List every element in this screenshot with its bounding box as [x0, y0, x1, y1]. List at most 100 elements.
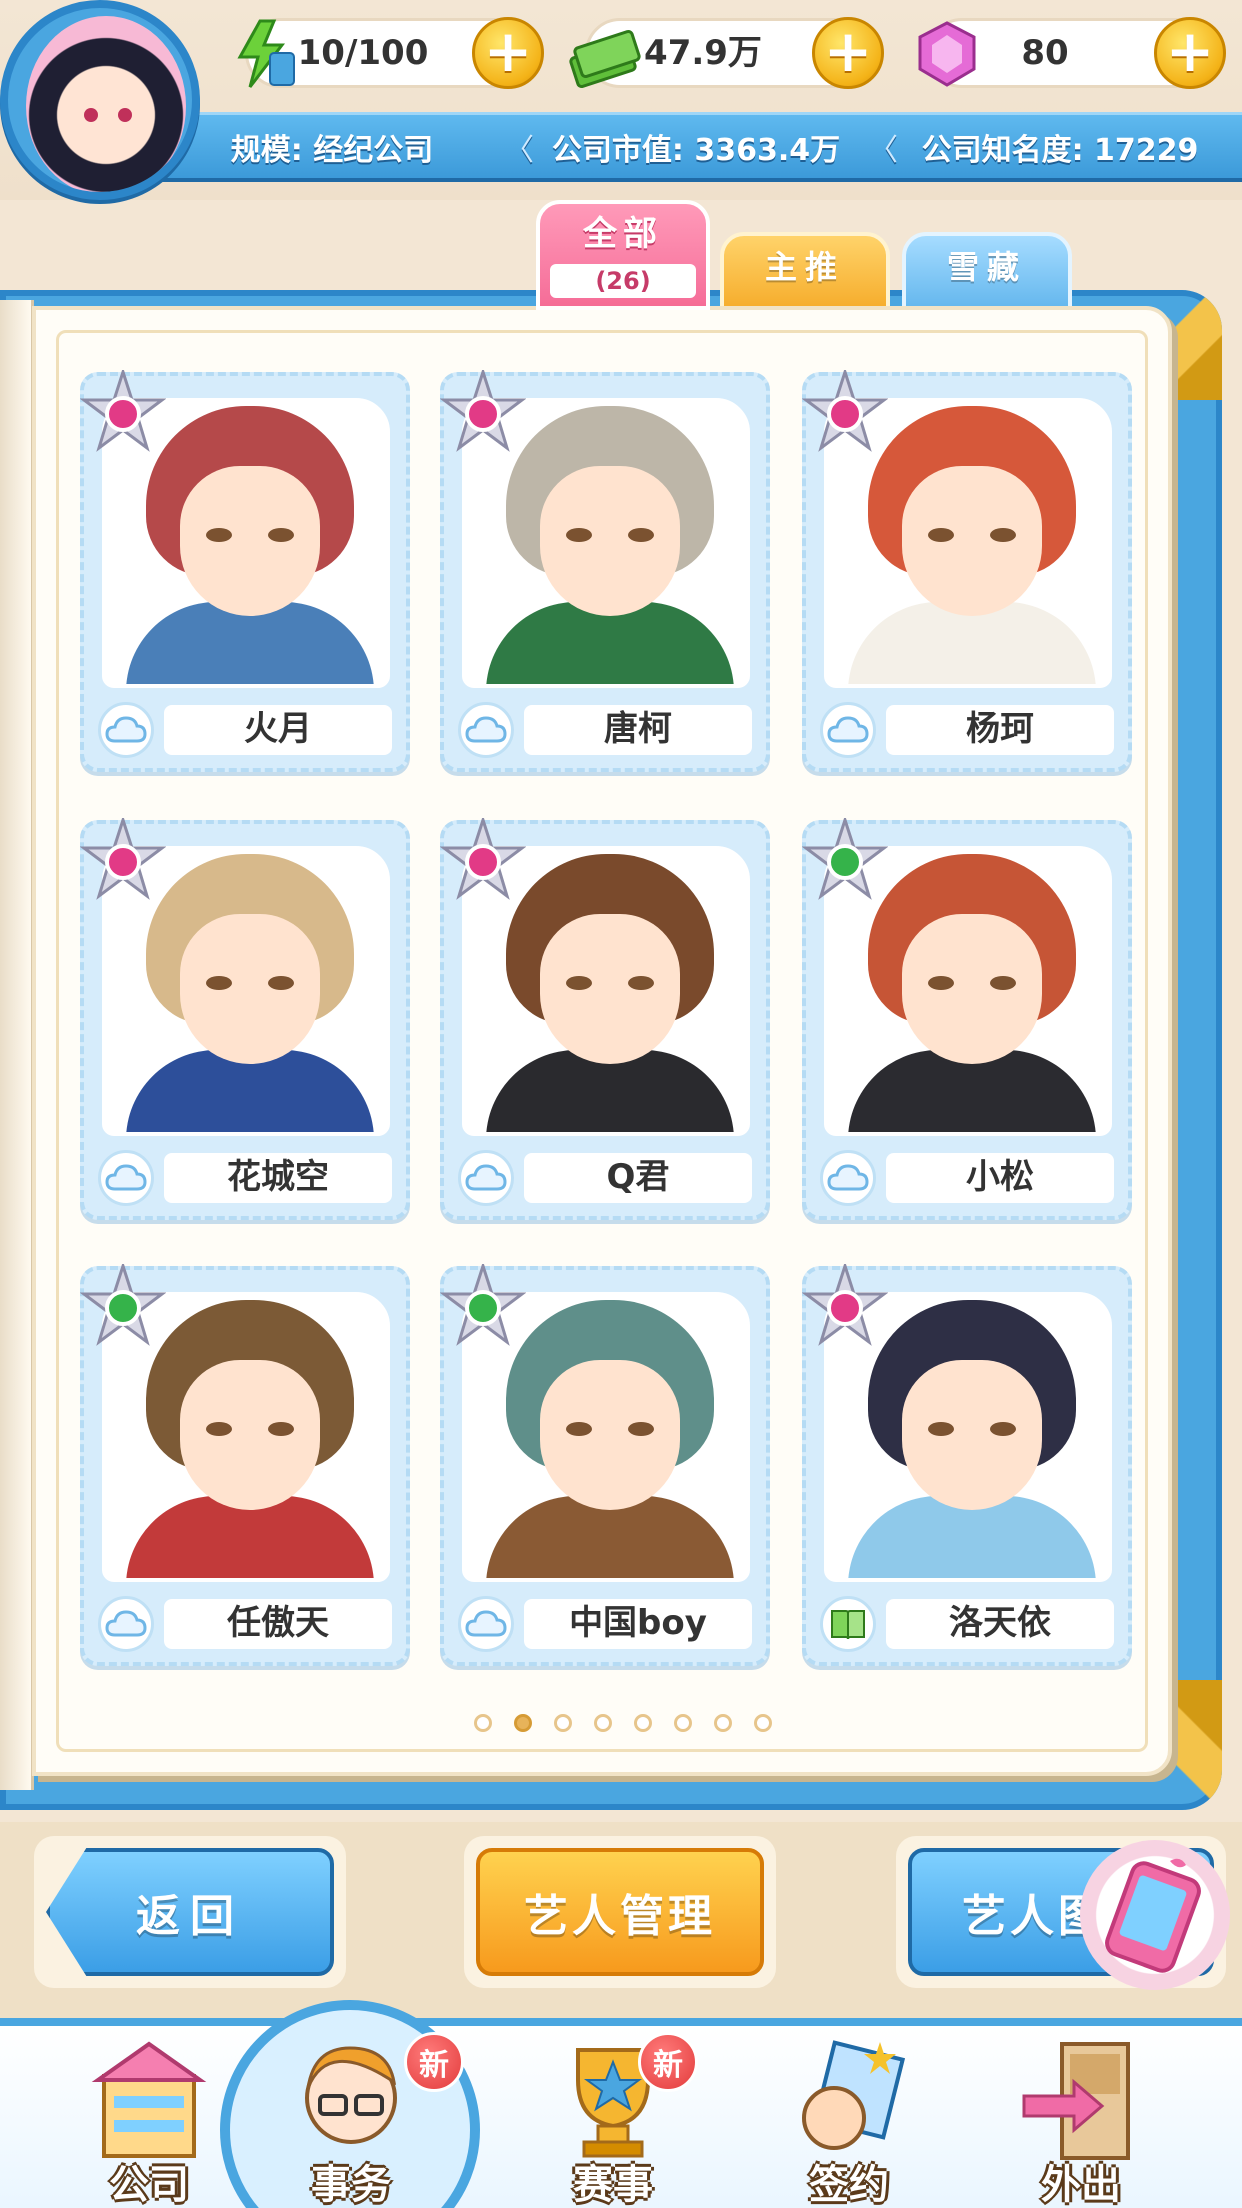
artist-name-row: 杨珂	[820, 702, 1114, 758]
artist-name-row: 中国boy	[458, 1596, 752, 1652]
new-badge: 新	[404, 2032, 464, 2092]
artist-name: 唐柯	[524, 705, 752, 755]
add-money-button[interactable]: +	[812, 17, 884, 89]
tab-shelved-label: 雪藏	[946, 248, 1027, 286]
company-market-value: 公司市值: 3363.4万	[504, 125, 878, 169]
artist-card[interactable]: 杨珂	[802, 370, 1132, 772]
cloud-attribute-icon	[98, 1596, 154, 1652]
energy-counter: 10/100 +	[237, 17, 544, 89]
artist-face	[902, 914, 1042, 1064]
green-gem-star-icon	[440, 1264, 526, 1350]
green-gem-star-icon	[80, 1264, 166, 1350]
player-avatar[interactable]	[0, 0, 200, 200]
artist-card[interactable]: 花城空	[80, 818, 410, 1220]
nav-company-label: 公司	[109, 2162, 189, 2208]
artist-card[interactable]: 中国boy	[440, 1264, 770, 1666]
nav-contract[interactable]: 签约	[744, 2026, 954, 2208]
company-info-strip: 规模: 经纪公司 公司市值: 3363.4万 公司知名度: 17229	[150, 112, 1242, 182]
page-dot[interactable]	[634, 1714, 652, 1732]
nav-company[interactable]: 公司	[44, 2026, 254, 2208]
add-gems-button[interactable]: +	[1154, 17, 1226, 89]
artist-face	[540, 914, 680, 1064]
artist-name-row: 洛天依	[820, 1596, 1114, 1652]
artist-card[interactable]: 唐柯	[440, 370, 770, 772]
tab-featured-label: 主推	[764, 248, 845, 286]
artist-manage-button[interactable]: 艺人管理	[476, 1848, 764, 1976]
artist-name-row: 唐柯	[458, 702, 752, 758]
cloud-attribute-icon	[458, 1150, 514, 1206]
artist-name-row: Q君	[458, 1150, 752, 1206]
page-indicator	[474, 1714, 772, 1732]
artist-card[interactable]: 火月	[80, 370, 410, 772]
cloud-attribute-icon	[98, 1150, 154, 1206]
artist-face	[902, 1360, 1042, 1510]
artist-name: 中国boy	[524, 1599, 752, 1649]
nav-go-out[interactable]: 外出	[976, 2026, 1186, 2208]
artist-name-row: 花城空	[98, 1150, 392, 1206]
artist-name: 小松	[886, 1153, 1114, 1203]
page-dot[interactable]	[474, 1714, 492, 1732]
artist-card[interactable]: 任傲天	[80, 1264, 410, 1666]
pink-gem-star-icon	[440, 370, 526, 456]
artist-face	[902, 466, 1042, 616]
cloud-attribute-icon	[458, 1596, 514, 1652]
money-counter: 47.9万 +	[569, 17, 884, 89]
artist-name-row: 任傲天	[98, 1596, 392, 1652]
artist-name: 杨珂	[886, 705, 1114, 755]
page-dot[interactable]	[554, 1714, 572, 1732]
pink-gem-star-icon	[80, 818, 166, 904]
tab-all-label: 全部	[583, 214, 663, 254]
door-arrow-icon	[1016, 2036, 1146, 2166]
gem-counter: 80 +	[918, 17, 1226, 89]
back-button[interactable]: 返回	[46, 1848, 334, 1976]
cloud-attribute-icon	[820, 702, 876, 758]
nav-contract-label: 签约	[809, 2162, 889, 2208]
add-energy-button[interactable]: +	[472, 17, 544, 89]
back-button-frame: 返回	[34, 1836, 346, 1988]
nav-competition[interactable]: 新 赛事	[508, 2026, 718, 2208]
tab-shelved[interactable]: 雪藏	[902, 232, 1072, 310]
page-dot[interactable]	[514, 1714, 532, 1732]
artist-name: 任傲天	[164, 1599, 392, 1649]
page-dot[interactable]	[714, 1714, 732, 1732]
manager-glasses-icon	[286, 2036, 416, 2166]
book-left-page-edge	[0, 300, 34, 1790]
nav-competition-label: 赛事	[573, 2162, 653, 2208]
page-dot[interactable]	[674, 1714, 692, 1732]
money-value: 47.9万	[644, 33, 762, 73]
energy-value: 10/100	[297, 33, 429, 73]
company-scale: 规模: 经纪公司	[230, 132, 434, 168]
contract-fist-icon	[784, 2036, 914, 2166]
artist-name-row: 小松	[820, 1150, 1114, 1206]
pink-gem-star-icon	[440, 818, 526, 904]
artist-name-row: 火月	[98, 702, 392, 758]
artist-card[interactable]: 小松	[802, 818, 1132, 1220]
company-fame: 公司知名度: 17229	[868, 125, 1242, 169]
tab-all[interactable]: 全部 (26)	[536, 200, 710, 310]
gem-value: 80	[1021, 33, 1069, 73]
cloud-attribute-icon	[98, 702, 154, 758]
artist-face	[540, 1360, 680, 1510]
tab-all-count: (26)	[550, 264, 696, 298]
artist-face	[540, 466, 680, 616]
pink-gem-star-icon	[802, 1264, 888, 1350]
nav-go-out-label: 外出	[1041, 2162, 1121, 2208]
player-avatar-face	[26, 16, 186, 192]
artist-card[interactable]: Q君	[440, 818, 770, 1220]
cloud-attribute-icon	[458, 702, 514, 758]
artist-name: 花城空	[164, 1153, 392, 1203]
page-dot[interactable]	[594, 1714, 612, 1732]
page-dot[interactable]	[754, 1714, 772, 1732]
artist-name: 洛天依	[886, 1599, 1114, 1649]
new-badge: 新	[638, 2032, 698, 2092]
artist-face	[180, 914, 320, 1064]
nav-affairs-label: 事务	[311, 2162, 391, 2208]
pink-gem-star-icon	[802, 370, 888, 456]
tab-featured[interactable]: 主推	[720, 232, 890, 310]
cloud-attribute-icon	[820, 1150, 876, 1206]
company-building-icon	[84, 2036, 214, 2166]
book-attribute-icon	[820, 1596, 876, 1652]
nav-affairs[interactable]: 新 事务	[246, 2026, 464, 2208]
artist-card[interactable]: 洛天依	[802, 1264, 1132, 1666]
phone-icon[interactable]	[1080, 1840, 1230, 1990]
